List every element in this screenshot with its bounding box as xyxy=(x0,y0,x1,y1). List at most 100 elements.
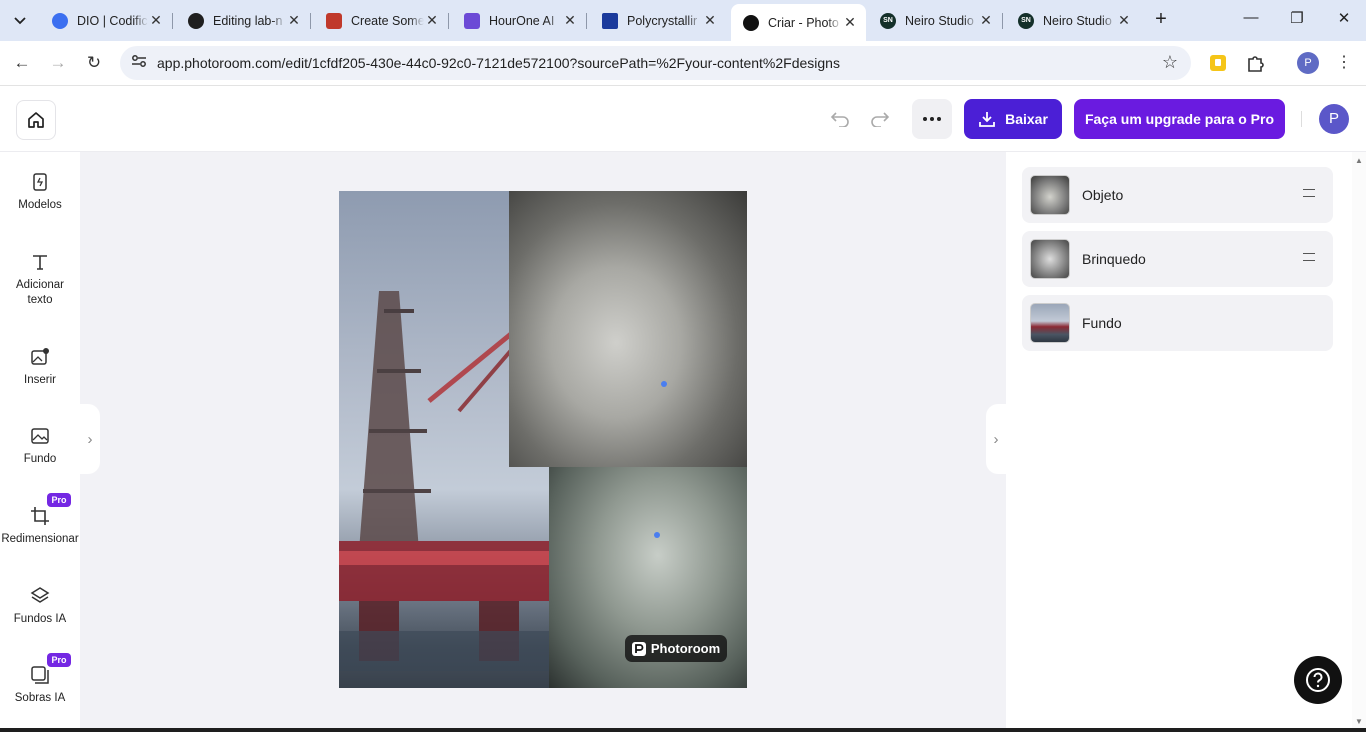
tools-sidebar: Modelos Adicionar texto Inserir Fundo Pr… xyxy=(0,152,80,732)
sidebar-item-ai-backgrounds[interactable]: Fundos IA xyxy=(0,586,80,627)
sidebar-item-add-text[interactable]: Adicionar texto xyxy=(0,252,80,308)
layer-item-object[interactable]: Objeto xyxy=(1022,167,1333,223)
sidebar-item-insert[interactable]: Inserir xyxy=(0,347,80,388)
selection-dot xyxy=(654,532,660,538)
home-icon xyxy=(28,112,44,128)
close-tab-icon[interactable]: ✕ xyxy=(424,12,440,29)
more-options-button[interactable] xyxy=(912,99,952,139)
close-tab-icon[interactable]: ✕ xyxy=(702,12,718,29)
selection-dot xyxy=(661,381,667,387)
sidebar-item-templates[interactable]: Modelos xyxy=(0,172,80,213)
tab-title: Neiro Studio xyxy=(1043,13,1112,28)
download-button[interactable]: Baixar xyxy=(964,99,1062,139)
layer-item-background[interactable]: Fundo xyxy=(1022,295,1333,351)
sidebar-item-background[interactable]: Fundo xyxy=(0,426,80,467)
sidebar-item-label: Fundos IA xyxy=(13,613,67,625)
extension-yellow-icon[interactable] xyxy=(1208,53,1228,73)
sidebar-item-resize[interactable]: Redimensionar xyxy=(0,506,80,547)
sidebar-item-label: Fundo xyxy=(23,453,57,465)
sidebar-item-label: Sobras IA xyxy=(14,692,66,704)
tab-title: Criar - Photo xyxy=(768,15,839,30)
url-host: app.photoroom.com xyxy=(157,55,282,71)
scroll-down-icon[interactable]: ▼ xyxy=(1355,717,1363,726)
drag-handle-icon[interactable] xyxy=(1303,253,1315,261)
drag-handle-icon[interactable] xyxy=(1303,189,1315,197)
user-avatar[interactable]: P xyxy=(1319,104,1349,134)
close-tab-icon[interactable]: ✕ xyxy=(842,14,858,31)
reload-icon[interactable]: ↻ xyxy=(83,52,105,74)
design-canvas[interactable]: Photoroom xyxy=(339,191,747,688)
close-tab-icon[interactable]: ✕ xyxy=(978,12,994,29)
download-icon xyxy=(979,112,995,127)
browser-tab-strip: DIO | Codific ✕ Editing lab-n ✕ Create S… xyxy=(0,0,1366,41)
layers-panel: Objeto Brinquedo Fundo xyxy=(1006,152,1352,732)
close-tab-icon[interactable]: ✕ xyxy=(1116,12,1132,29)
github-favicon-icon xyxy=(188,12,204,29)
site-favicon-icon xyxy=(602,12,618,29)
site-settings-icon[interactable] xyxy=(130,54,148,72)
close-tab-icon[interactable]: ✕ xyxy=(148,12,164,29)
browser-tab[interactable]: HourOne AI ✕ xyxy=(452,6,587,35)
page-scrollbar[interactable]: ▲ ▼ xyxy=(1352,152,1366,732)
bookmark-star-icon[interactable]: ☆ xyxy=(1162,52,1178,73)
restore-icon[interactable]: ❐ xyxy=(1286,9,1308,31)
minimize-icon[interactable]: — xyxy=(1240,9,1262,31)
browser-tab[interactable]: SN Neiro Studio ✕ xyxy=(1006,6,1140,35)
background-icon xyxy=(31,428,49,444)
browser-toolbar: ← → ↻ app.photoroom.com/edit/1cfdf205-43… xyxy=(0,41,1366,86)
canvas-area: › › Photoroom xyxy=(80,152,1006,732)
tab-title: HourOne AI xyxy=(489,13,555,28)
watermark-text: Photoroom xyxy=(650,641,721,656)
undo-button[interactable] xyxy=(828,107,852,131)
expand-left-panel-button[interactable]: › xyxy=(80,404,100,474)
scroll-up-icon[interactable]: ▲ xyxy=(1355,156,1363,165)
browser-tab[interactable]: Editing lab-n ✕ xyxy=(176,6,311,35)
layer-name: Brinquedo xyxy=(1082,251,1146,267)
upgrade-button[interactable]: Faça um upgrade para o Pro xyxy=(1074,99,1285,139)
browser-tab[interactable]: DIO | Codific ✕ xyxy=(40,6,173,35)
browser-profile-avatar[interactable]: P xyxy=(1297,52,1319,74)
download-label: Baixar xyxy=(1005,111,1048,127)
sidebar-item-label: Modelos xyxy=(18,199,62,211)
tab-title: Neiro Studio xyxy=(905,13,974,28)
sidebar-item-ai-shadows[interactable]: Sobras IA xyxy=(0,665,80,706)
layer-item-toy[interactable]: Brinquedo xyxy=(1022,231,1333,287)
shadow-icon xyxy=(31,666,49,684)
url-path: /edit/1cfdf205-430e-44c0-92c0-7121de5721… xyxy=(281,55,840,71)
object-photo[interactable] xyxy=(509,191,747,467)
home-button[interactable] xyxy=(16,100,56,140)
layer-name: Fundo xyxy=(1082,315,1122,331)
redo-button[interactable] xyxy=(868,107,892,131)
insert-image-icon xyxy=(31,348,49,365)
browser-tab[interactable]: Polycrystallir ✕ xyxy=(590,6,726,35)
address-bar[interactable]: app.photoroom.com/edit/1cfdf205-430e-44c… xyxy=(120,46,1191,80)
photoroom-favicon-icon xyxy=(743,14,759,31)
browser-tab[interactable]: SN Neiro Studio ✕ xyxy=(868,6,1003,35)
close-window-icon[interactable]: ✕ xyxy=(1333,9,1355,31)
browser-tab[interactable]: Create Some ✕ xyxy=(314,6,449,35)
tab-title: Editing lab-n xyxy=(213,13,283,28)
crop-icon xyxy=(31,507,49,525)
close-tab-icon[interactable]: ✕ xyxy=(286,12,302,29)
new-tab-icon[interactable]: + xyxy=(1150,9,1172,31)
close-tab-icon[interactable]: ✕ xyxy=(562,12,578,29)
layers-icon xyxy=(30,587,50,603)
layer-thumbnail xyxy=(1030,303,1070,343)
forward-icon[interactable]: → xyxy=(47,52,69,74)
browser-tab-active[interactable]: Criar - Photo ✕ xyxy=(731,4,866,41)
expand-right-panel-button[interactable]: › xyxy=(986,404,1006,474)
tab-search-button[interactable] xyxy=(8,9,32,33)
redo-icon xyxy=(871,112,890,127)
browser-menu-icon[interactable]: ⋮ xyxy=(1334,52,1354,74)
back-icon[interactable]: ← xyxy=(11,52,33,74)
photoroom-watermark: Photoroom xyxy=(625,635,727,662)
tab-title: Create Some xyxy=(351,13,424,28)
help-button[interactable] xyxy=(1294,656,1342,704)
help-icon xyxy=(1306,668,1330,692)
extensions-puzzle-icon[interactable] xyxy=(1245,53,1265,73)
sidebar-item-label: Adicionar texto xyxy=(16,279,64,306)
sidebar-item-label: Redimensionar xyxy=(1,533,79,545)
url-text: app.photoroom.com/edit/1cfdf205-430e-44c… xyxy=(157,55,840,71)
tab-title: DIO | Codific xyxy=(77,13,148,28)
hourone-favicon-icon xyxy=(464,12,480,29)
